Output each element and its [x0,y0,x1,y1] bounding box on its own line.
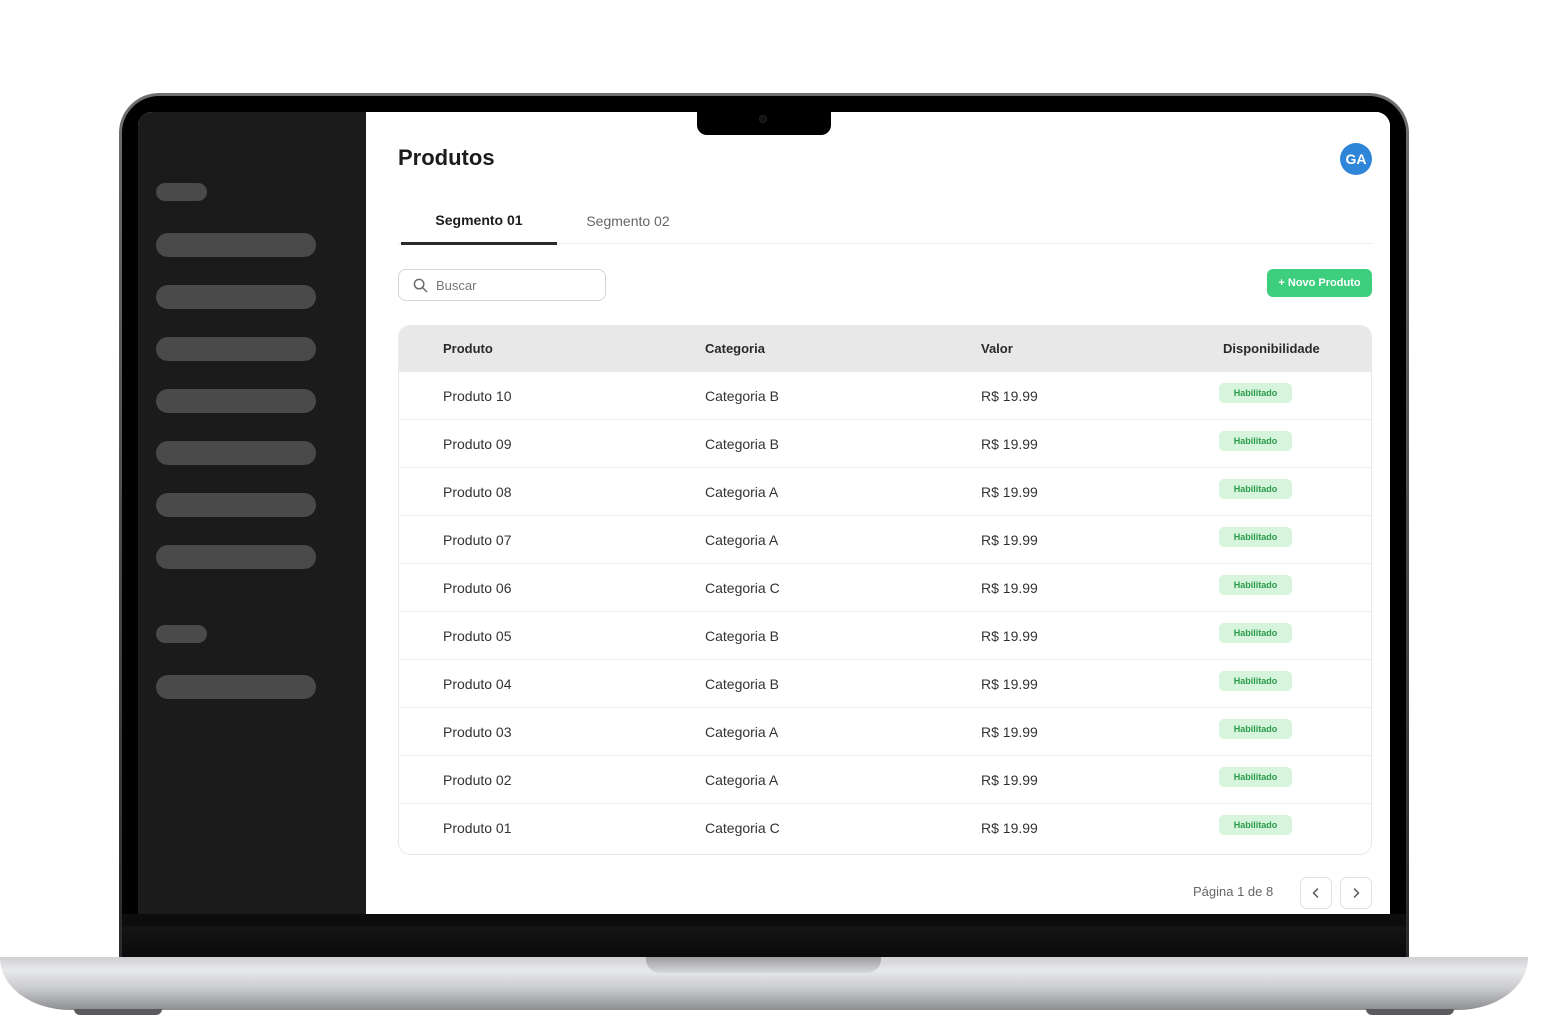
table-row[interactable]: Produto 05 Categoria B R$ 19.99 Habilitado [399,611,1371,659]
cell-value: R$ 19.99 [981,435,1038,452]
cell-category: Categoria B [705,435,779,452]
cell-product: Produto 06 [443,579,512,596]
camera-icon [759,115,767,123]
cell-value: R$ 19.99 [981,531,1038,548]
table-row[interactable]: Produto 08 Categoria A R$ 19.99 Habilitado [399,467,1371,515]
column-header-disponibilidade[interactable]: Disponibilidade [1223,326,1320,371]
table-row[interactable]: Produto 04 Categoria B R$ 19.99 Habilitado [399,659,1371,707]
status-badge: Habilitado [1219,527,1292,547]
cell-value: R$ 19.99 [981,819,1038,836]
status-badge: Habilitado [1219,383,1292,403]
cell-product: Produto 04 [443,675,512,692]
camera-notch [697,112,831,135]
status-badge: Habilitado [1219,575,1292,595]
sidebar-skeleton-heading [156,183,207,201]
laptop-foot-left [74,1009,162,1015]
status-badge: Habilitado [1219,479,1292,499]
products-table: Produto Categoria Valor Disponibilidade … [398,325,1372,855]
cell-product: Produto 10 [443,387,512,404]
table-row[interactable]: Produto 07 Categoria A R$ 19.99 Habilitado [399,515,1371,563]
table-body: Produto 10 Categoria B R$ 19.99 Habilitado P… [399,371,1371,851]
chevron-left-icon [1312,888,1319,898]
cell-value: R$ 19.99 [981,771,1038,788]
cell-category: Categoria B [705,387,779,404]
table-row[interactable]: Produto 09 Categoria B R$ 19.99 Habilitado [399,419,1371,467]
cell-category: Categoria A [705,771,779,788]
tab-segmento-02[interactable]: Segmento 02 [566,197,690,244]
cell-product: Produto 09 [443,435,512,452]
avatar[interactable]: GA [1340,143,1372,175]
table-row[interactable]: Produto 02 Categoria A R$ 19.99 Habilitado [399,755,1371,803]
pagination-prev-button[interactable] [1300,877,1332,909]
table-row[interactable]: Produto 01 Categoria C R$ 19.99 Habilitado [399,803,1371,851]
status-badge: Habilitado [1219,767,1292,787]
cell-category: Categoria A [705,531,779,548]
column-header-categoria[interactable]: Categoria [705,326,765,371]
cell-category: Categoria C [705,819,780,836]
cell-value: R$ 19.99 [981,723,1038,740]
laptop-foot-right [1366,1009,1454,1015]
table-header: Produto Categoria Valor Disponibilidade [399,326,1371,371]
sidebar-skeleton-item[interactable] [156,441,316,465]
new-product-button[interactable]: + Novo Produto [1267,269,1372,297]
search-box[interactable] [398,269,606,301]
chevron-right-icon [1353,888,1360,898]
cell-category: Categoria B [705,627,779,644]
cell-product: Produto 01 [443,819,512,836]
main-content: Produtos GA Segmento 01 Segmento 02 + No… [366,112,1390,914]
status-badge: Habilitado [1219,671,1292,691]
sidebar-skeleton-item[interactable] [156,675,316,699]
laptop-base-notch [646,957,881,973]
cell-value: R$ 19.99 [981,675,1038,692]
sidebar-skeleton-item[interactable] [156,493,316,517]
cell-product: Produto 02 [443,771,512,788]
sidebar-skeleton-item[interactable] [156,233,316,257]
cell-category: Categoria C [705,579,780,596]
tab-segmento-01[interactable]: Segmento 01 [401,197,557,245]
laptop-screen: Produtos GA Segmento 01 Segmento 02 + No… [138,112,1390,914]
sidebar-skeleton-item[interactable] [156,285,316,309]
pagination-next-button[interactable] [1340,877,1372,909]
cell-value: R$ 19.99 [981,483,1038,500]
cell-product: Produto 07 [443,531,512,548]
cell-product: Produto 03 [443,723,512,740]
table-row[interactable]: Produto 06 Categoria C R$ 19.99 Habilitado [399,563,1371,611]
tab-bar: Segmento 01 Segmento 02 [398,197,1372,245]
cell-product: Produto 05 [443,627,512,644]
cell-category: Categoria B [705,675,779,692]
column-header-valor[interactable]: Valor [981,326,1013,371]
cell-value: R$ 19.99 [981,387,1038,404]
cell-value: R$ 19.99 [981,627,1038,644]
status-badge: Habilitado [1219,623,1292,643]
sidebar-skeleton-item[interactable] [156,545,316,569]
sidebar-skeleton-heading [156,625,207,643]
cell-value: R$ 19.99 [981,579,1038,596]
sidebar [138,112,366,914]
sidebar-skeleton-item[interactable] [156,389,316,413]
search-input[interactable] [436,277,586,293]
table-row[interactable]: Produto 03 Categoria A R$ 19.99 Habilitado [399,707,1371,755]
pagination-label: Página 1 de 8 [1193,884,1274,899]
cell-category: Categoria A [705,723,779,740]
status-badge: Habilitado [1219,431,1292,451]
cell-product: Produto 08 [443,483,512,500]
table-row[interactable]: Produto 10 Categoria B R$ 19.99 Habilitado [399,371,1371,419]
column-header-produto[interactable]: Produto [443,326,493,371]
cell-category: Categoria A [705,483,779,500]
page-title: Produtos [398,145,495,170]
status-badge: Habilitado [1219,719,1292,739]
laptop-bezel-bottom [122,914,1406,926]
sidebar-skeleton-item[interactable] [156,337,316,361]
search-icon [413,278,428,292]
status-badge: Habilitado [1219,815,1292,835]
laptop-hinge [122,926,1406,958]
